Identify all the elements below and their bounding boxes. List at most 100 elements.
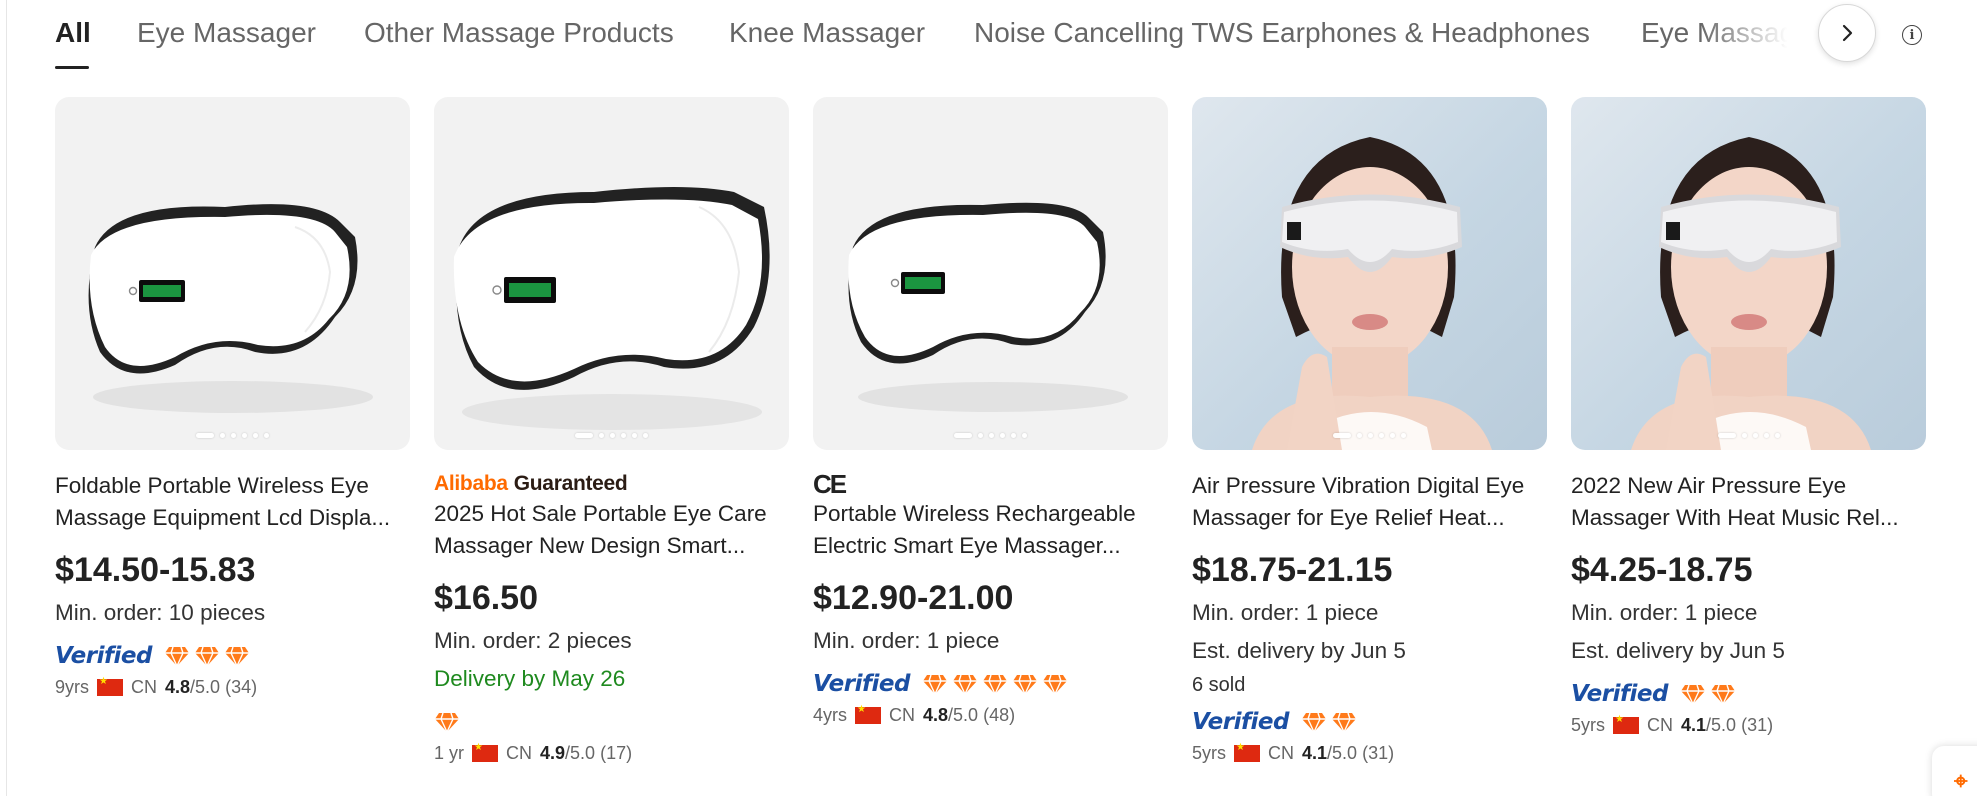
product-title-line: Electric Smart Eye Massager... <box>813 533 1121 558</box>
delivery-estimate: Delivery by May 26 <box>434 666 626 691</box>
tabs-fade-overlay <box>1700 0 1825 70</box>
guaranteed-label: Guaranteed <box>513 472 628 495</box>
supplier-rating: 4.1/5.0 (31) <box>1681 715 1774 735</box>
product-title-line: Massager New Design Smart... <box>434 533 746 558</box>
product-image[interactable] <box>55 97 410 450</box>
image-carousel-dots[interactable] <box>1571 433 1926 438</box>
eye-massager-image <box>88 204 373 413</box>
product-title-line: Portable Wireless Rechargeable <box>813 501 1136 526</box>
diamond-icon <box>1301 712 1326 733</box>
verified-badge[interactable]: Verified <box>813 671 910 697</box>
supplier-years: 9yrs <box>55 677 90 697</box>
info-icon[interactable]: i <box>1902 25 1922 45</box>
tab-knee-massager[interactable]: Knee Massager <box>729 17 925 49</box>
tab-earphones[interactable]: Noise Cancelling TWS Earphones & Headpho… <box>974 17 1590 49</box>
category-tabs: All Eye Massager Other Massage Products … <box>55 0 1825 72</box>
product-image[interactable] <box>434 97 789 450</box>
min-order: Min. order: 1 piece <box>1571 600 1758 625</box>
product-title[interactable]: 2022 New Air Pressure Eye Massager With … <box>1571 470 1926 534</box>
china-flag-icon <box>1613 714 1640 734</box>
diamond-icon <box>1710 684 1735 705</box>
tabs-next-button[interactable] <box>1818 4 1876 62</box>
verified-badge[interactable]: Verified <box>1192 709 1289 735</box>
product-price: $12.90-21.00 <box>813 579 1014 617</box>
image-carousel-dots[interactable] <box>813 433 1168 438</box>
image-carousel-dots[interactable] <box>1192 433 1547 438</box>
product-card[interactable]: Alibaba Guaranteed 2025 Hot Sale Portabl… <box>434 97 789 764</box>
product-title[interactable]: Air Pressure Vibration Digital Eye Massa… <box>1192 470 1547 534</box>
product-image[interactable] <box>1192 97 1547 450</box>
product-title-line: Foldable Portable Wireless Eye <box>55 473 369 498</box>
diamond-icon <box>1042 674 1067 695</box>
product-title-line: Massager for Eye Relief Heat... <box>1192 505 1505 530</box>
supplier-country: CN <box>131 677 158 697</box>
certification-badge: CE <box>813 468 1168 499</box>
product-title-line: Air Pressure Vibration Digital Eye <box>1192 473 1525 498</box>
product-card[interactable]: CE Portable Wireless Rechargeable Electr… <box>813 97 1168 726</box>
product-card[interactable]: Foldable Portable Wireless Eye Massage E… <box>55 97 410 698</box>
model-wearing-massager-image <box>1252 137 1492 450</box>
min-order: Min. order: 2 pieces <box>434 628 632 653</box>
product-title[interactable]: Foldable Portable Wireless Eye Massage E… <box>55 470 410 534</box>
scan-icon: ⌖ <box>1954 768 1968 795</box>
supplier-badges: Verified <box>1571 679 1926 709</box>
diamond-icon <box>982 674 1007 695</box>
product-title-line: 2022 New Air Pressure Eye <box>1571 473 1847 498</box>
product-title-line: Massage Equipment Lcd Displa... <box>55 505 391 530</box>
supplier-years: 4yrs <box>813 705 848 725</box>
supplier-meta: 4yrs CN 4.8/5.0 (48) <box>813 704 1168 726</box>
chevron-right-icon <box>1842 24 1853 42</box>
china-flag-icon <box>472 742 499 762</box>
diamond-icon <box>952 674 977 695</box>
sold-count: 6 sold <box>1192 674 1246 696</box>
tab-other-massage[interactable]: Other Massage Products <box>364 17 674 49</box>
supplier-meta: 9yrs CN 4.8/5.0 (34) <box>55 676 410 698</box>
product-price: $14.50-15.83 <box>55 551 256 589</box>
supplier-years: 5yrs <box>1192 743 1227 763</box>
supplier-badges <box>434 707 789 737</box>
verified-badge[interactable]: Verified <box>1571 681 1668 707</box>
supplier-badges: Verified <box>1192 707 1547 737</box>
supplier-years: 1 yr <box>434 743 465 763</box>
product-title-line: 2025 Hot Sale Portable Eye Care <box>434 501 767 526</box>
product-price: $18.75-21.15 <box>1192 551 1393 589</box>
supplier-meta: 5yrs CN 4.1/5.0 (31) <box>1192 742 1547 764</box>
delivery-estimate: Est. delivery by Jun 5 <box>1571 638 1785 663</box>
supplier-badges: Verified <box>813 669 1168 699</box>
image-carousel-dots[interactable] <box>55 433 410 438</box>
product-image[interactable] <box>813 97 1168 450</box>
diamond-icon <box>1680 684 1705 705</box>
product-price: $16.50 <box>434 579 538 617</box>
diamond-icon <box>194 646 219 667</box>
product-image[interactable] <box>1571 97 1926 450</box>
image-carousel-dots[interactable] <box>434 433 789 438</box>
model-wearing-massager-image <box>1631 137 1871 450</box>
supplier-rating: 4.9/5.0 (17) <box>540 743 633 763</box>
product-title-line: Massager With Heat Music Rel... <box>1571 505 1899 530</box>
supplier-diamonds <box>434 711 460 733</box>
min-order: Min. order: 1 piece <box>1192 600 1379 625</box>
diamond-icon <box>922 674 947 695</box>
supplier-meta: 5yrs CN 4.1/5.0 (31) <box>1571 714 1926 736</box>
min-order: Min. order: 10 pieces <box>55 600 266 625</box>
supplier-country: CN <box>1647 715 1674 735</box>
diamond-icon <box>435 712 459 733</box>
diamond-icon <box>164 646 189 667</box>
ce-mark: CE <box>813 468 847 499</box>
product-title[interactable]: Portable Wireless Rechargeable Electric … <box>813 498 1168 562</box>
left-divider <box>6 0 7 796</box>
supplier-country: CN <box>889 705 916 725</box>
supplier-diamonds <box>164 645 250 667</box>
product-title[interactable]: 2025 Hot Sale Portable Eye Care Massager… <box>434 498 789 562</box>
tab-all[interactable]: All <box>55 17 91 49</box>
product-card[interactable]: Air Pressure Vibration Digital Eye Massa… <box>1192 97 1547 764</box>
delivery-estimate: Est. delivery by Jun 5 <box>1192 638 1406 663</box>
china-flag-icon <box>97 676 124 696</box>
verified-badge[interactable]: Verified <box>55 643 152 669</box>
product-card[interactable]: 2022 New Air Pressure Eye Massager With … <box>1571 97 1926 736</box>
eye-massager-image <box>848 202 1128 412</box>
min-order: Min. order: 1 piece <box>813 628 1000 653</box>
floating-action-button[interactable]: ⌖ <box>1932 746 1977 796</box>
guarantee-badge[interactable]: Alibaba Guaranteed <box>434 470 789 498</box>
tab-eye-massager[interactable]: Eye Massager <box>137 17 316 49</box>
